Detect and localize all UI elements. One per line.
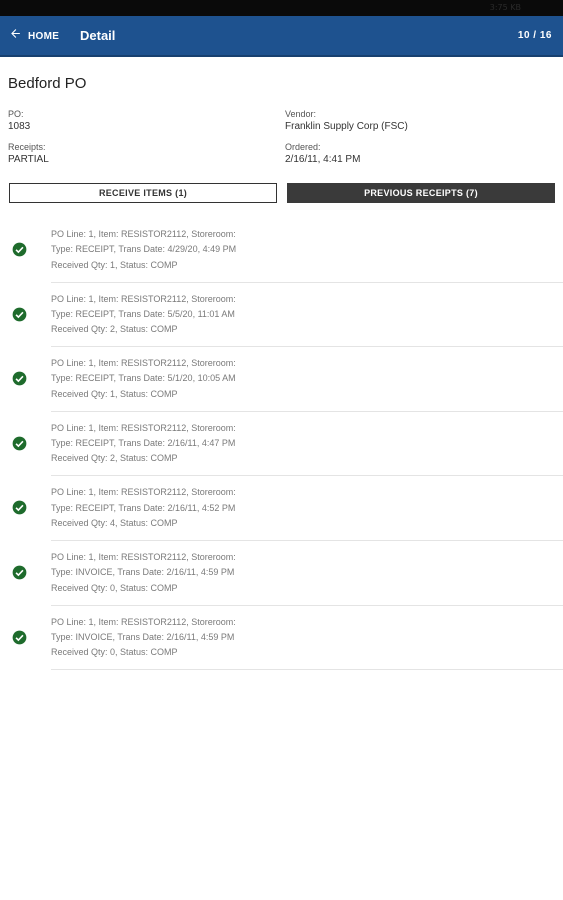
receipt-line-3: Received Qty: 2, Status: COMP — [51, 453, 178, 464]
po-label: PO: — [8, 109, 24, 119]
check-circle-icon — [12, 371, 27, 386]
receipt-line-2: Type: INVOICE, Trans Date: 2/16/11, 4:59… — [51, 631, 235, 642]
receipts-value: PARTIAL — [8, 154, 49, 165]
receipt-line-3: Received Qty: 1, Status: COMP — [51, 259, 178, 270]
status-bar-text: 3:75 KB — [489, 3, 521, 12]
status-bar: 3:75 KB — [0, 0, 563, 16]
check-circle-icon — [12, 436, 27, 451]
ordered-label: Ordered: — [285, 142, 321, 152]
receipt-line-1: PO Line: 1, Item: RESISTOR2112, Storeroo… — [51, 358, 236, 369]
ordered-value: 2/16/11, 4:41 PM — [285, 154, 361, 165]
receipt-line-2: Type: RECEIPT, Trans Date: 2/16/11, 4:47… — [51, 438, 236, 449]
receipt-line-1: PO Line: 1, Item: RESISTOR2112, Storeroo… — [51, 616, 236, 627]
divider — [51, 669, 563, 671]
list-item[interactable]: PO Line: 1, Item: RESISTOR2112, Storeroo… — [0, 412, 563, 477]
list-item[interactable]: PO Line: 1, Item: RESISTOR2112, Storeroo… — [0, 347, 563, 412]
check-circle-icon — [12, 242, 27, 257]
page-title: Bedford PO — [8, 75, 87, 92]
receipt-line-1: PO Line: 1, Item: RESISTOR2112, Storeroo… — [51, 422, 236, 433]
receipt-line-2: Type: RECEIPT, Trans Date: 2/16/11, 4:52… — [51, 502, 236, 513]
check-circle-icon — [12, 565, 27, 580]
app-bar: HOME Detail 10 / 16 — [0, 16, 563, 57]
receipt-line-3: Received Qty: 4, Status: COMP — [51, 517, 178, 528]
vendor-label: Vendor: — [285, 109, 317, 119]
receipts-list: PO Line: 1, Item: RESISTOR2112, Storeroo… — [0, 218, 563, 671]
list-item[interactable]: PO Line: 1, Item: RESISTOR2112, Storeroo… — [0, 541, 563, 606]
home-back-button[interactable]: HOME — [9, 26, 59, 46]
receipt-line-2: Type: RECEIPT, Trans Date: 4/29/20, 4:49… — [51, 244, 237, 255]
arrow-left-icon — [9, 27, 22, 45]
receipt-line-3: Received Qty: 2, Status: COMP — [51, 324, 178, 335]
receipt-line-1: PO Line: 1, Item: RESISTOR2112, Storeroo… — [51, 293, 236, 304]
receipt-line-3: Received Qty: 0, Status: COMP — [51, 647, 178, 658]
vendor-value: Franklin Supply Corp (FSC) — [285, 121, 408, 132]
receipts-label: Receipts: — [8, 142, 46, 152]
ordered-field: Ordered: 2/16/11, 4:41 PM — [285, 141, 360, 166]
record-pager: 10 / 16 — [517, 30, 552, 41]
check-circle-icon — [12, 500, 27, 515]
receipt-line-1: PO Line: 1, Item: RESISTOR2112, Storeroo… — [51, 487, 236, 498]
list-item[interactable]: PO Line: 1, Item: RESISTOR2112, Storeroo… — [0, 283, 563, 348]
vendor-field: Vendor: Franklin Supply Corp (FSC) — [285, 108, 408, 133]
list-item[interactable]: PO Line: 1, Item: RESISTOR2112, Storeroo… — [0, 606, 563, 671]
receive-items-button[interactable]: RECEIVE ITEMS (1) — [9, 183, 277, 203]
list-item[interactable]: PO Line: 1, Item: RESISTOR2112, Storeroo… — [0, 218, 563, 283]
receipt-line-3: Received Qty: 1, Status: COMP — [51, 388, 178, 399]
previous-receipts-button[interactable]: PREVIOUS RECEIPTS (7) — [287, 183, 555, 203]
receipts-field: Receipts: PARTIAL — [8, 141, 49, 166]
screen-title: Detail — [80, 28, 116, 43]
check-circle-icon — [12, 630, 27, 645]
receipt-line-1: PO Line: 1, Item: RESISTOR2112, Storeroo… — [51, 551, 236, 562]
receipt-line-2: Type: RECEIPT, Trans Date: 5/5/20, 11:01… — [51, 308, 235, 319]
check-circle-icon — [12, 307, 27, 322]
receipt-line-3: Received Qty: 0, Status: COMP — [51, 582, 178, 593]
receipt-line-2: Type: RECEIPT, Trans Date: 5/1/20, 10:05… — [51, 373, 236, 384]
receipt-line-2: Type: INVOICE, Trans Date: 2/16/11, 4:59… — [51, 567, 235, 578]
list-item[interactable]: PO Line: 1, Item: RESISTOR2112, Storeroo… — [0, 476, 563, 541]
receipt-line-1: PO Line: 1, Item: RESISTOR2112, Storeroo… — [51, 229, 236, 239]
po-field: PO: 1083 — [8, 108, 30, 133]
home-label: HOME — [28, 30, 60, 42]
po-value: 1083 — [8, 121, 31, 132]
